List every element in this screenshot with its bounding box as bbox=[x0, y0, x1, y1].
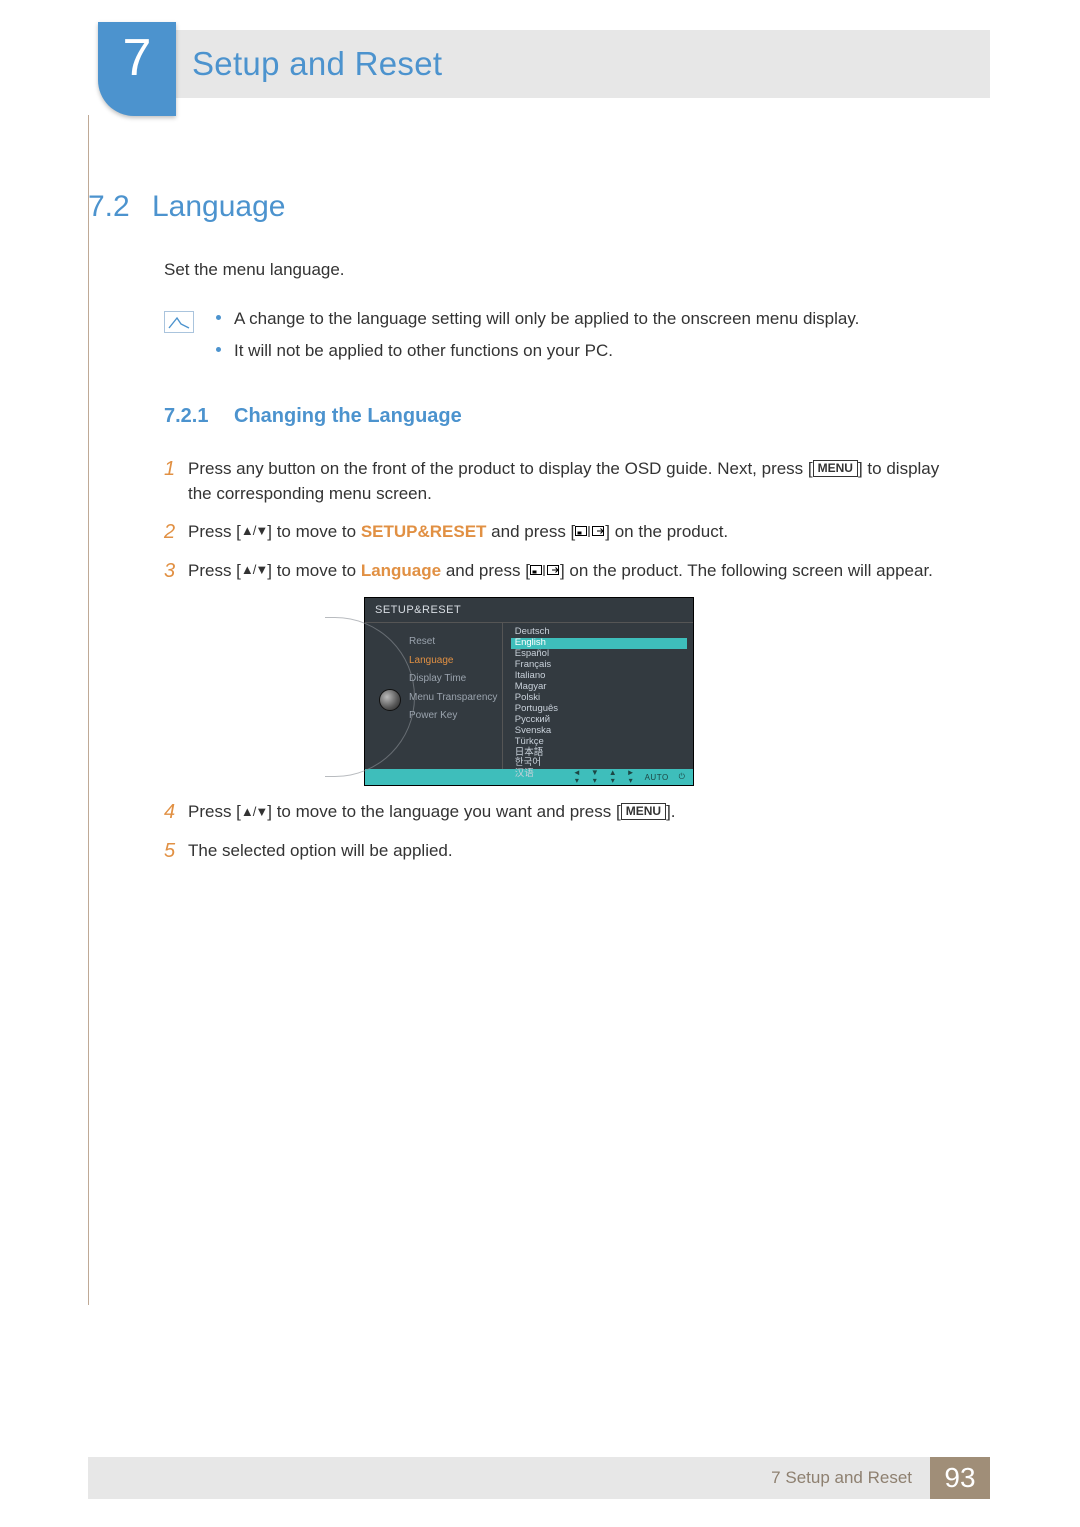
page-number-badge: 93 bbox=[930, 1457, 990, 1499]
step-number: 3 bbox=[164, 559, 188, 584]
highlight-language: Language bbox=[361, 561, 441, 580]
osd-left-item: Language bbox=[409, 652, 502, 671]
osd-right-menu: DeutschEnglishEspañolFrançaisItalianoMag… bbox=[503, 623, 693, 769]
highlight-setupreset: SETUP&RESET bbox=[361, 522, 487, 541]
step-text: Press [▲/▼] to move to Language and pres… bbox=[188, 559, 956, 584]
subsection-number: 7.2.1 bbox=[164, 402, 234, 431]
step-text: Press any button on the front of the pro… bbox=[188, 457, 956, 506]
body-column: Set the menu language. A change to the l… bbox=[164, 258, 956, 878]
step-4: 4 Press [▲/▼] to move to the language yo… bbox=[164, 800, 956, 825]
osd-left-menu: ResetLanguageDisplay TimeMenu Transparen… bbox=[365, 623, 503, 769]
subsection-title: Changing the Language bbox=[234, 405, 462, 427]
source-enter-icon bbox=[530, 564, 560, 577]
subsection-heading: 7.2.1Changing the Language bbox=[164, 402, 956, 431]
osd-language-option: 汉语 bbox=[511, 769, 687, 780]
chapter-number-badge: 7 bbox=[98, 22, 176, 116]
manual-page: Setup and Reset 7 7.2Language Set the me… bbox=[0, 0, 1080, 1527]
osd-language-option: Türkçe bbox=[511, 737, 687, 748]
osd-screenshot: SETUP&RESET ResetLanguageDisplay TimeMen… bbox=[364, 597, 694, 786]
menu-button-icon: MENU bbox=[813, 460, 858, 477]
section-intro: Set the menu language. bbox=[164, 258, 956, 283]
note-block: A change to the language setting will on… bbox=[164, 307, 956, 372]
step-number: 1 bbox=[164, 457, 188, 506]
osd-left-item: Menu Transparency bbox=[409, 689, 502, 708]
step-5: 5 The selected option will be applied. bbox=[164, 839, 956, 864]
step-text: The selected option will be applied. bbox=[188, 839, 956, 864]
steps-list: 1 Press any button on the front of the p… bbox=[164, 457, 956, 584]
step-3: 3 Press [▲/▼] to move to Language and pr… bbox=[164, 559, 956, 584]
chapter-title: Setup and Reset bbox=[160, 45, 442, 83]
source-enter-icon bbox=[575, 525, 605, 538]
up-down-icon: ▲/▼ bbox=[241, 522, 267, 541]
steps-list-continued: 4 Press [▲/▼] to move to the language yo… bbox=[164, 800, 956, 863]
up-down-icon: ▲/▼ bbox=[241, 561, 267, 580]
vertical-rule bbox=[88, 115, 89, 1305]
menu-button-icon: MENU bbox=[621, 803, 666, 820]
note-list: A change to the language setting will on… bbox=[216, 307, 859, 372]
section-title: Language bbox=[152, 190, 285, 223]
step-2: 2 Press [▲/▼] to move to SETUP&RESET and… bbox=[164, 520, 956, 545]
step-number: 5 bbox=[164, 839, 188, 864]
section-heading: 7.2Language bbox=[88, 190, 285, 224]
step-number: 2 bbox=[164, 520, 188, 545]
step-number: 4 bbox=[164, 800, 188, 825]
chapter-header-bar: Setup and Reset bbox=[160, 30, 990, 98]
note-item: A change to the language setting will on… bbox=[216, 307, 859, 332]
osd-arc-decoration bbox=[325, 617, 415, 777]
page-footer: 7 Setup and Reset 93 bbox=[88, 1457, 990, 1499]
section-number: 7.2 bbox=[88, 190, 152, 224]
up-down-icon: ▲/▼ bbox=[241, 803, 267, 822]
osd-left-item: Display Time bbox=[409, 670, 502, 689]
note-item: It will not be applied to other function… bbox=[216, 339, 859, 364]
step-1: 1 Press any button on the front of the p… bbox=[164, 457, 956, 506]
footer-chapter-label: 7 Setup and Reset bbox=[771, 1468, 912, 1488]
osd-left-item: Reset bbox=[409, 633, 502, 652]
step-text: Press [▲/▼] to move to the language you … bbox=[188, 800, 956, 825]
osd-title: SETUP&RESET bbox=[365, 598, 693, 623]
osd-language-option: Svenska bbox=[511, 726, 687, 737]
note-icon bbox=[164, 311, 194, 333]
step-text: Press [▲/▼] to move to SETUP&RESET and p… bbox=[188, 520, 956, 545]
osd-left-item: Power Key bbox=[409, 707, 502, 726]
osd-language-option: 한국어 bbox=[511, 758, 687, 769]
osd-body: ResetLanguageDisplay TimeMenu Transparen… bbox=[365, 623, 693, 769]
